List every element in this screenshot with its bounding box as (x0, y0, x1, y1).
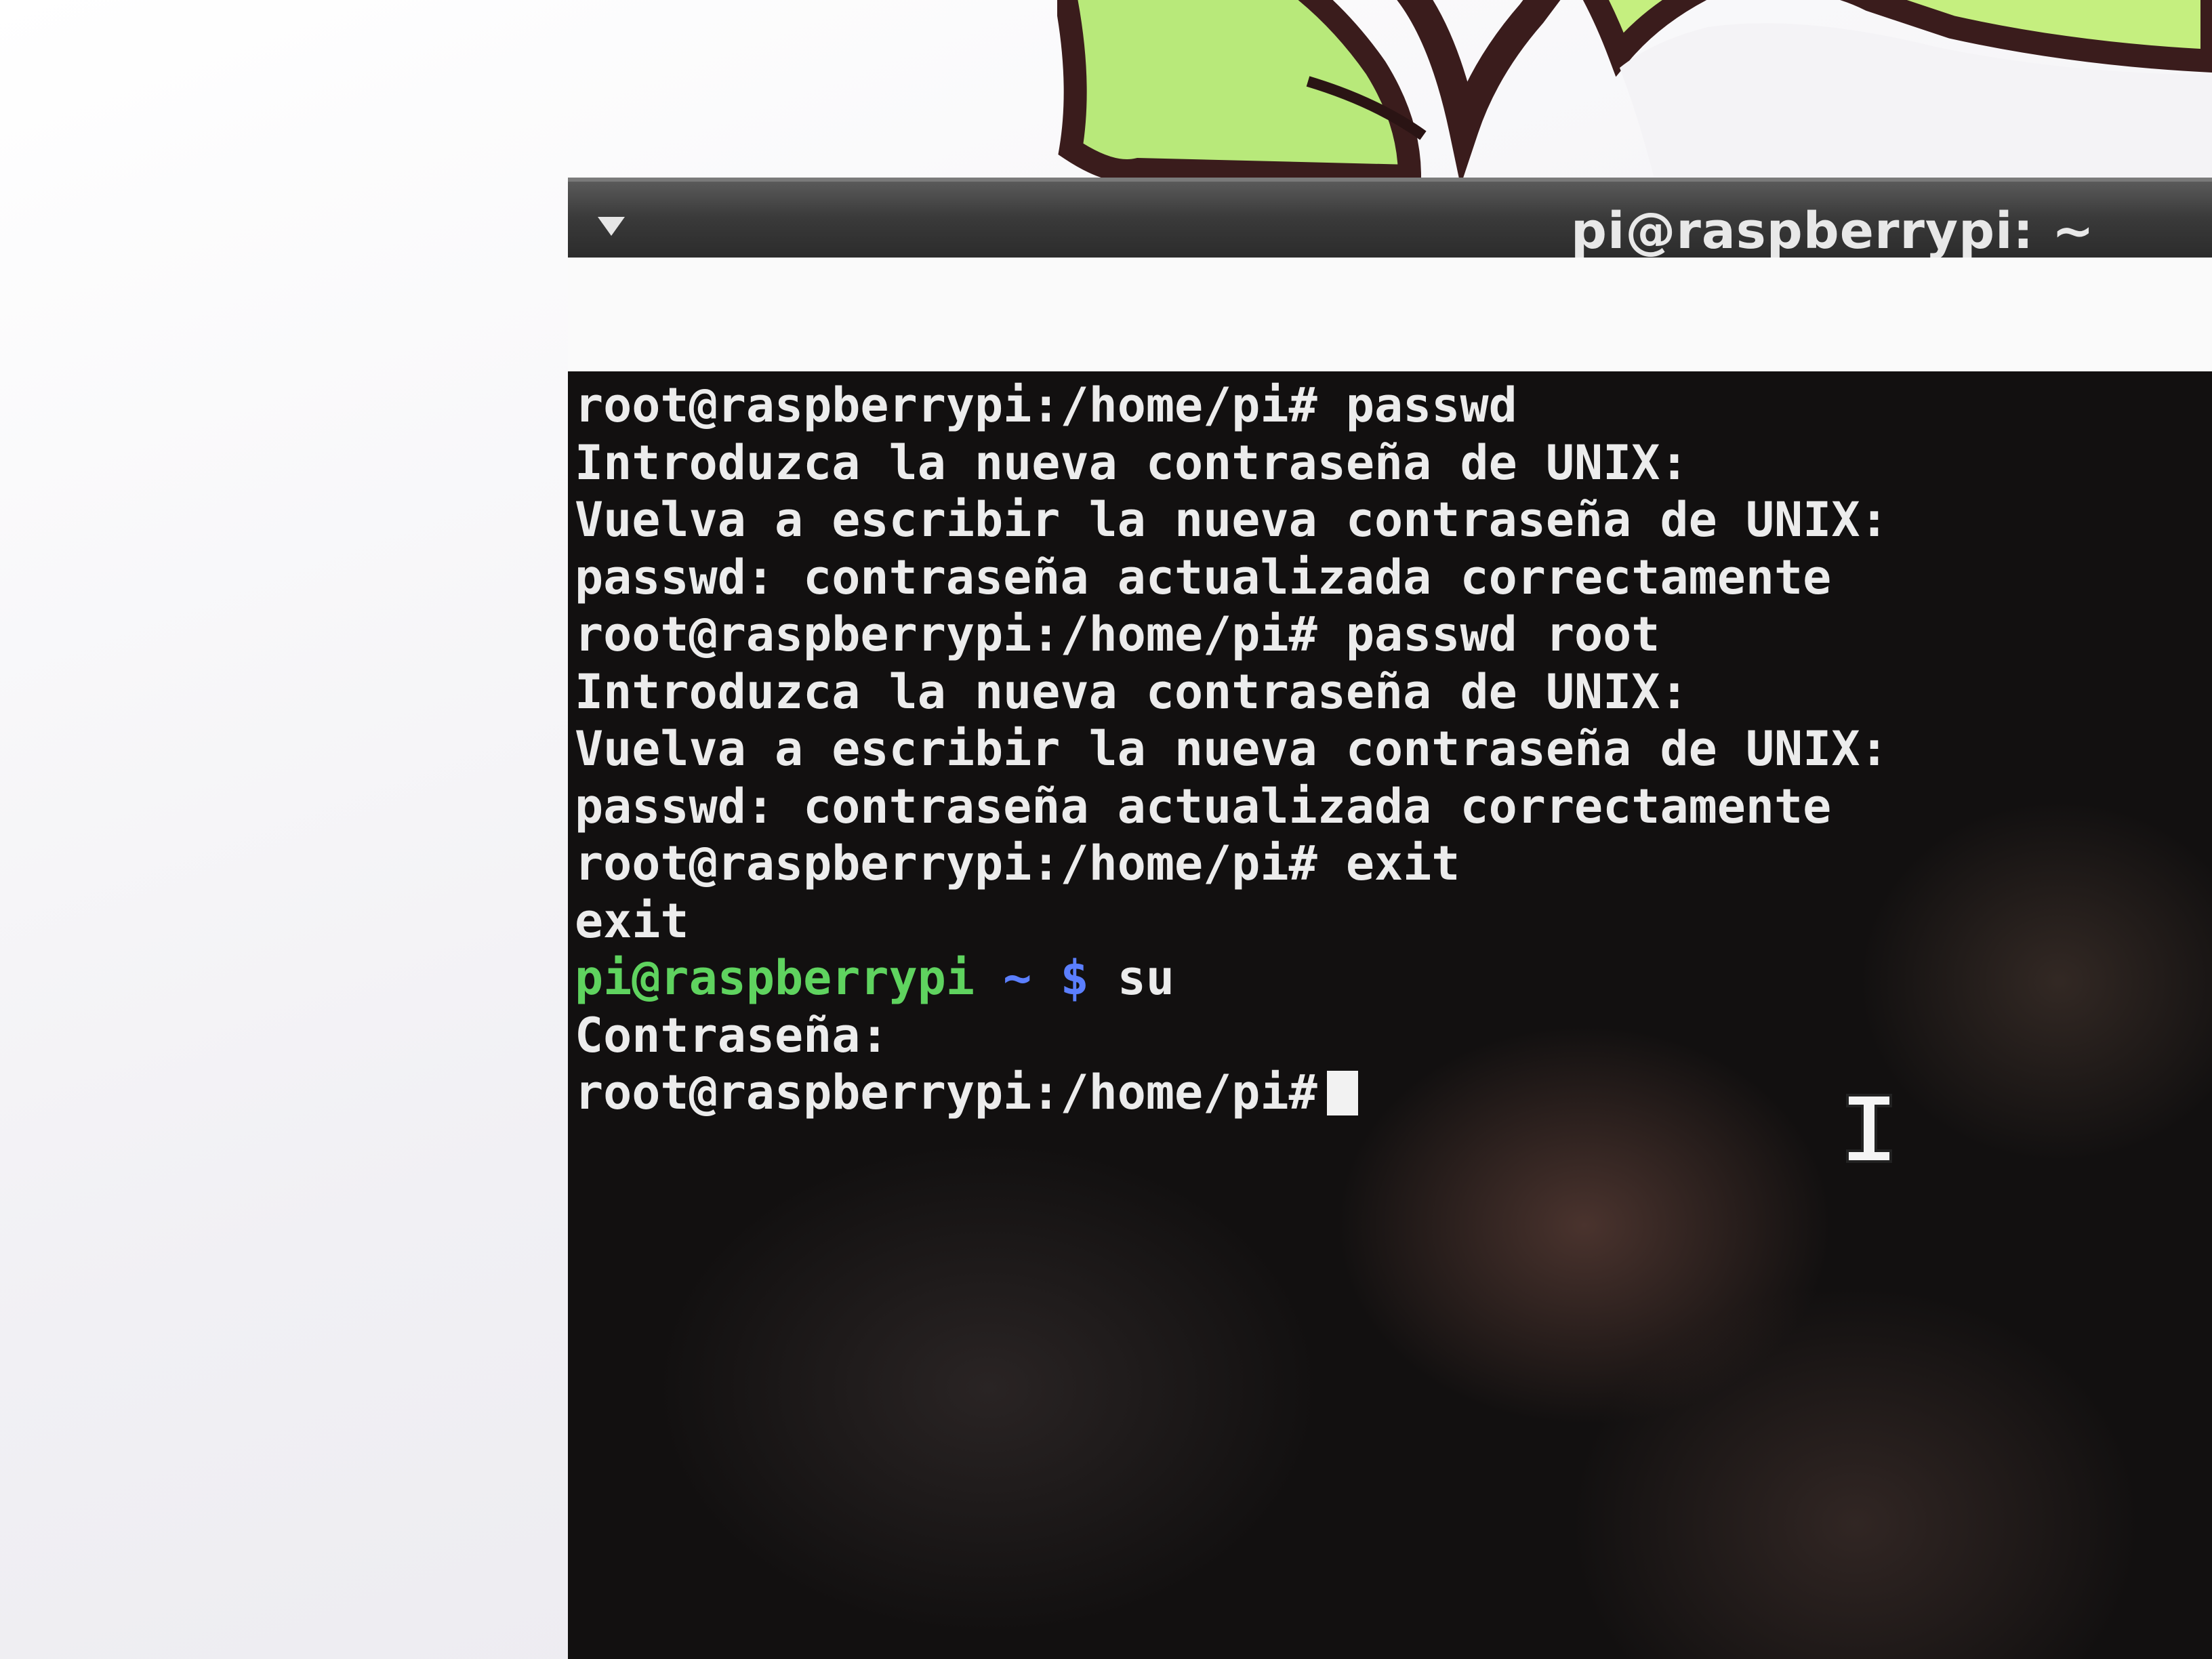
terminal-line: root@raspberrypi:/home/pi# passwd (575, 377, 1517, 433)
terminal-line: root@raspberrypi:/home/pi# passwd root (575, 607, 1660, 662)
window-menubar (568, 258, 2212, 374)
terminal-line: Introduzca la nueva contraseña de UNIX: (575, 434, 1689, 491)
terminal-line: passwd: contraseña actualizada correctam… (575, 549, 1832, 605)
current-prompt-line[interactable]: root@raspberrypi:/home/pi# (575, 1064, 2212, 1122)
prompt-path: ~ $ (975, 950, 1089, 1006)
prompt-command: su (1088, 950, 1175, 1006)
terminal-line: Vuelva a escribir la nueva contraseña de… (575, 492, 1889, 548)
terminal-line: Introduzca la nueva contraseña de UNIX: (575, 663, 1689, 720)
terminal-output[interactable]: root@raspberrypi:/home/pi# passwd Introd… (568, 371, 2212, 1659)
terminal-cursor[interactable] (1326, 1071, 1358, 1115)
prompt-user-host: pi@raspberrypi (575, 950, 975, 1006)
terminal-line: root@raspberrypi:/home/pi# exit (575, 836, 1460, 891)
terminal-line: exit (575, 893, 689, 949)
window-title: pi@raspberrypi: ~ (1571, 202, 2095, 260)
text-cursor-icon (1846, 1094, 1892, 1163)
user-prompt-line: pi@raspberrypi ~ $ su (575, 949, 2212, 1007)
terminal-line: Vuelva a escribir la nueva contraseña de… (575, 721, 1889, 777)
password-prompt-line: Contraseña: (575, 1007, 889, 1063)
window-menu-icon[interactable] (598, 217, 625, 236)
terminal-line: passwd: contraseña actualizada correctam… (575, 778, 1832, 834)
terminal-window: pi@raspberrypi: ~ root@raspberrypi:/home… (568, 178, 2212, 1659)
window-titlebar[interactable]: pi@raspberrypi: ~ (568, 178, 2212, 262)
current-prompt: root@raspberrypi:/home/pi# (575, 1065, 1317, 1120)
desktop: pi@raspberrypi: ~ root@raspberrypi:/home… (0, 0, 2212, 1659)
